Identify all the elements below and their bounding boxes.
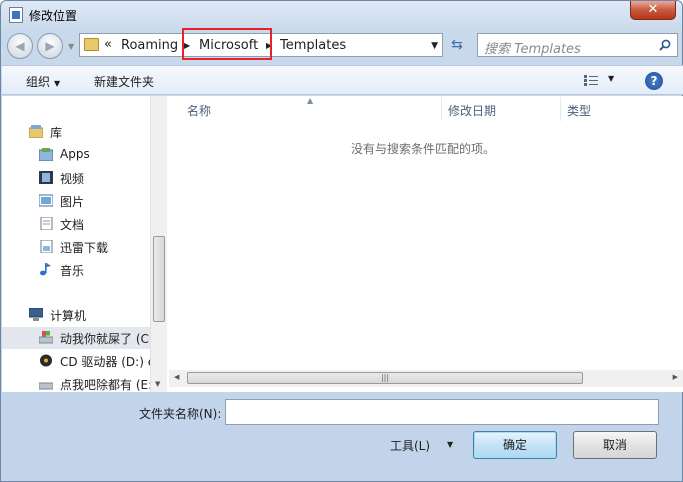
nav-item-pictures[interactable]: 图片: [2, 190, 152, 212]
view-options-icon[interactable]: [584, 75, 598, 86]
address-dropdown-icon[interactable]: ▼: [431, 41, 438, 51]
nav-item-apps[interactable]: Apps: [2, 144, 152, 166]
chevron-down-icon[interactable]: ▼: [447, 440, 453, 449]
computer-icon: [29, 308, 43, 321]
folder-name-label: 文件夹名称(N):: [139, 407, 222, 421]
nav-label: 文档: [60, 218, 85, 232]
breadcrumb-overflow[interactable]: «: [104, 37, 112, 52]
forward-button[interactable]: ▶: [37, 33, 63, 59]
download-icon: [40, 240, 53, 253]
music-icon: [40, 263, 51, 276]
nav-label: 图片: [60, 195, 85, 209]
nav-scrollbar[interactable]: ▼: [150, 96, 167, 392]
chevron-down-icon: ▼: [54, 79, 61, 88]
nav-label: 计算机: [50, 309, 87, 323]
nav-label: 视频: [60, 172, 85, 186]
pictures-icon: [39, 194, 53, 207]
nav-label: 点我吧除都有 (E:: [60, 378, 152, 392]
nav-item-drive-c[interactable]: 动我你就屎了 (C: [2, 327, 152, 349]
nav-item-cd-drive[interactable]: CD 驱动器 (D:) e: [2, 350, 152, 372]
toolbar: 组织 ▼ 新建文件夹 ▼ ?: [2, 65, 683, 95]
nav-item-drive-e[interactable]: 点我吧除都有 (E:: [2, 373, 152, 392]
file-list: ▲ 名称 修改日期 类型 没有与搜索条件匹配的项。 ◀ ||| ▶: [169, 96, 683, 392]
folder-name-input[interactable]: [225, 399, 659, 425]
tools-button[interactable]: 工具(L): [390, 437, 430, 454]
drive-c-icon: [39, 331, 53, 344]
nav-item-videos[interactable]: 视频: [2, 167, 152, 189]
cancel-button[interactable]: 取消: [573, 431, 657, 459]
nav-label: 音乐: [60, 264, 85, 278]
app-icon: [9, 7, 23, 23]
highlight-box: [182, 28, 272, 60]
organize-label: 组织: [26, 75, 51, 89]
navigation-pane: 库 Apps 视频 图片 文档 迅雷下载 音乐 计算机 动我你就屎了 (C CD…: [2, 96, 167, 392]
nav-item-downloads[interactable]: 迅雷下载: [2, 236, 152, 258]
title-bar: 修改位置 ✕: [1, 1, 682, 29]
browser-body: 库 Apps 视频 图片 文档 迅雷下载 音乐 计算机 动我你就屎了 (C CD…: [2, 96, 683, 392]
documents-icon: [40, 217, 53, 230]
folder-icon: [84, 38, 99, 51]
nav-label: 动我你就屎了 (C: [60, 332, 149, 346]
scroll-right-icon[interactable]: ▶: [673, 373, 678, 381]
apps-icon: [39, 148, 53, 161]
view-dropdown-icon[interactable]: ▼: [608, 74, 614, 83]
drive-e-icon: [39, 382, 53, 390]
dialog-window: 修改位置 ✕ ◀ ▶ ▼ « Roaming ▶ Microsoft ▶ Tem…: [0, 0, 683, 482]
nav-label: 迅雷下载: [60, 241, 109, 255]
column-header-name[interactable]: 名称: [169, 97, 442, 121]
nav-label: Apps: [60, 147, 90, 161]
back-arrow-icon: ◀: [15, 39, 25, 53]
scroll-left-icon[interactable]: ◀: [174, 373, 179, 381]
horizontal-scroll-thumb[interactable]: |||: [187, 372, 583, 384]
nav-label: CD 驱动器 (D:) e: [60, 355, 152, 369]
cd-drive-icon: [40, 354, 52, 367]
back-button[interactable]: ◀: [7, 33, 33, 59]
forward-arrow-icon: ▶: [45, 39, 55, 53]
ok-button[interactable]: 确定: [473, 431, 557, 459]
empty-message: 没有与搜索条件匹配的项。: [351, 142, 496, 156]
help-icon[interactable]: ?: [645, 72, 663, 90]
search-input[interactable]: 搜索 Templates: [484, 38, 581, 57]
column-header-type[interactable]: 类型: [561, 97, 683, 121]
scroll-down-icon[interactable]: ▼: [155, 380, 160, 388]
nav-item-libraries[interactable]: 库: [2, 121, 152, 143]
search-box[interactable]: 搜索 Templates: [477, 33, 678, 57]
organize-button[interactable]: 组织 ▼: [26, 73, 60, 90]
nav-label: 库: [50, 126, 63, 140]
video-icon: [39, 171, 53, 184]
address-row: ◀ ▶ ▼ « Roaming ▶ Microsoft ▶ Templates …: [7, 31, 678, 59]
nav-scroll-thumb[interactable]: [153, 236, 165, 322]
window-title: 修改位置: [29, 9, 78, 23]
horizontal-scrollbar[interactable]: ◀ ||| ▶: [169, 370, 683, 387]
nav-item-computer[interactable]: 计算机: [2, 304, 152, 326]
breadcrumb-roaming[interactable]: Roaming: [121, 38, 178, 53]
refresh-icon[interactable]: ⇆: [447, 35, 467, 55]
column-header-date[interactable]: 修改日期: [442, 97, 561, 121]
close-button[interactable]: ✕: [630, 1, 676, 20]
nav-item-music[interactable]: 音乐: [2, 259, 152, 281]
nav-item-documents[interactable]: 文档: [2, 213, 152, 235]
breadcrumb-templates[interactable]: Templates: [280, 38, 346, 53]
library-icon: [29, 125, 43, 138]
search-icon[interactable]: [659, 39, 671, 51]
recent-locations-dropdown[interactable]: ▼: [68, 42, 74, 51]
new-folder-button[interactable]: 新建文件夹: [94, 73, 154, 90]
